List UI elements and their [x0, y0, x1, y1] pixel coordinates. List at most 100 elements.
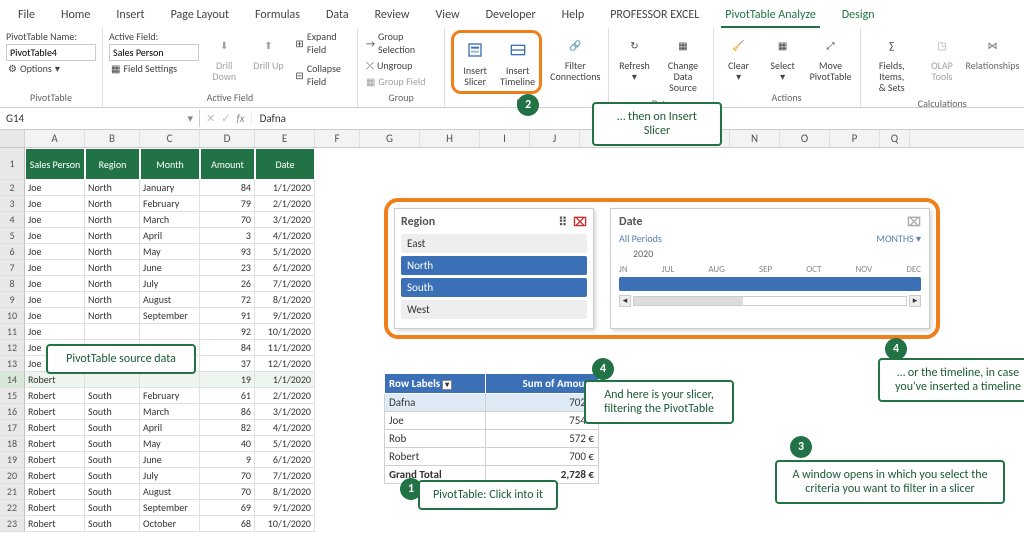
- cell[interactable]: [85, 324, 140, 340]
- cell[interactable]: Joe: [25, 292, 85, 308]
- cell[interactable]: 92: [200, 324, 255, 340]
- column-header-C[interactable]: C: [140, 130, 200, 147]
- cell[interactable]: North: [85, 228, 140, 244]
- fields-items-sets-button[interactable]: ∑Fields, Items, & Sets: [867, 30, 917, 95]
- name-box[interactable]: G14▾: [0, 110, 200, 127]
- column-header-O[interactable]: O: [780, 130, 830, 147]
- slicer-item-north[interactable]: North: [401, 256, 587, 275]
- cell[interactable]: July: [140, 468, 200, 484]
- cell[interactable]: 8/1/2020: [255, 292, 315, 308]
- row-header-23[interactable]: 23: [0, 516, 25, 532]
- cell[interactable]: 3/1/2020: [255, 212, 315, 228]
- row-header-20[interactable]: 20: [0, 468, 25, 484]
- active-field-input[interactable]: [109, 44, 199, 61]
- cell[interactable]: April: [140, 420, 200, 436]
- pivot-row[interactable]: Robert700 €: [385, 448, 599, 466]
- tab-insert[interactable]: Insert: [112, 4, 148, 28]
- timeline-scrollbar[interactable]: ◂ ▸: [619, 295, 921, 307]
- cell[interactable]: [85, 372, 140, 388]
- row-header-9[interactable]: 9: [0, 292, 25, 308]
- olap-tools-button[interactable]: ◳OLAP Tools: [923, 30, 961, 84]
- tab-design[interactable]: Design: [838, 4, 879, 28]
- cell[interactable]: Joe: [25, 212, 85, 228]
- tab-review[interactable]: Review: [371, 4, 414, 28]
- row-header-14[interactable]: 14: [0, 372, 25, 388]
- row-header-4[interactable]: 4: [0, 212, 25, 228]
- cell[interactable]: Robert: [25, 404, 85, 420]
- pivot-col-rowlabels[interactable]: Row Labels▾: [385, 374, 486, 394]
- refresh-button[interactable]: ↻Refresh▾: [615, 30, 653, 84]
- cell[interactable]: July: [140, 276, 200, 292]
- row-header-6[interactable]: 6: [0, 244, 25, 260]
- cell[interactable]: 5/1/2020: [255, 244, 315, 260]
- cell[interactable]: January: [140, 180, 200, 196]
- cell[interactable]: Robert: [25, 420, 85, 436]
- cell[interactable]: South: [85, 420, 140, 436]
- cell[interactable]: 68: [200, 516, 255, 532]
- cell[interactable]: March: [140, 212, 200, 228]
- cell[interactable]: February: [140, 196, 200, 212]
- clear-filter-icon[interactable]: ⌧: [573, 215, 587, 230]
- cell[interactable]: Joe: [25, 244, 85, 260]
- pivot-row[interactable]: Joe754 €: [385, 412, 599, 430]
- row-header-8[interactable]: 8: [0, 276, 25, 292]
- row-header-18[interactable]: 18: [0, 436, 25, 452]
- row-header-12[interactable]: 12: [0, 340, 25, 356]
- cell[interactable]: 26: [200, 276, 255, 292]
- cell[interactable]: North: [85, 212, 140, 228]
- cell[interactable]: 70: [200, 468, 255, 484]
- cell[interactable]: 23: [200, 260, 255, 276]
- cell[interactable]: North: [85, 244, 140, 260]
- clear-timeline-icon[interactable]: ⌧: [907, 215, 921, 230]
- column-header-I[interactable]: I: [480, 130, 530, 147]
- cell[interactable]: South: [85, 516, 140, 532]
- cell[interactable]: Joe: [25, 228, 85, 244]
- cell[interactable]: 84: [200, 340, 255, 356]
- cell[interactable]: South: [85, 452, 140, 468]
- cell[interactable]: 86: [200, 404, 255, 420]
- expand-field-button[interactable]: ⊞Expand Field: [293, 30, 351, 56]
- cell[interactable]: 40: [200, 436, 255, 452]
- cell[interactable]: South: [85, 500, 140, 516]
- tab-help[interactable]: Help: [558, 4, 589, 28]
- pivot-table[interactable]: Row Labels▾ Sum of Amount Dafna702 €Joe7…: [384, 373, 599, 484]
- cell[interactable]: Robert: [25, 436, 85, 452]
- column-header-J[interactable]: J: [530, 130, 580, 147]
- cell[interactable]: Robert: [25, 372, 85, 388]
- cell[interactable]: Robert: [25, 468, 85, 484]
- cell[interactable]: 70: [200, 484, 255, 500]
- cell[interactable]: 2/1/2020: [255, 196, 315, 212]
- row-header-19[interactable]: 19: [0, 452, 25, 468]
- cell[interactable]: 84: [200, 180, 255, 196]
- timeline-bar[interactable]: [619, 277, 921, 291]
- cell[interactable]: Joe: [25, 324, 85, 340]
- cell[interactable]: June: [140, 260, 200, 276]
- collapse-field-button[interactable]: ⊟Collapse Field: [293, 62, 351, 88]
- cell[interactable]: 4/1/2020: [255, 420, 315, 436]
- cell[interactable]: September: [140, 308, 200, 324]
- cell[interactable]: April: [140, 228, 200, 244]
- cell[interactable]: May: [140, 436, 200, 452]
- cell[interactable]: [140, 324, 200, 340]
- tab-data[interactable]: Data: [322, 4, 353, 28]
- cell[interactable]: October: [140, 516, 200, 532]
- row-header-10[interactable]: 10: [0, 308, 25, 324]
- timeline-unit[interactable]: MONTHS ▾: [876, 232, 921, 245]
- multi-select-icon[interactable]: ⠿: [558, 215, 567, 230]
- insert-slicer-button[interactable]: Insert Slicer: [456, 35, 494, 89]
- cell[interactable]: 9: [200, 452, 255, 468]
- slicer-item-south[interactable]: South: [401, 278, 587, 297]
- cell[interactable]: 93: [200, 244, 255, 260]
- scroll-left-icon[interactable]: ◂: [619, 295, 631, 307]
- cell[interactable]: 12/1/2020: [255, 356, 315, 372]
- row-header-11[interactable]: 11: [0, 324, 25, 340]
- filter-connections-button[interactable]: 🔗Filter Connections: [548, 30, 602, 84]
- slicer-item-west[interactable]: West: [401, 300, 587, 319]
- row-header-2[interactable]: 2: [0, 180, 25, 196]
- tab-view[interactable]: View: [432, 4, 464, 28]
- row-header-7[interactable]: 7: [0, 260, 25, 276]
- cell[interactable]: Joe: [25, 180, 85, 196]
- insert-timeline-button[interactable]: Insert Timeline: [498, 35, 537, 89]
- pivot-row[interactable]: Rob572 €: [385, 430, 599, 448]
- row-header-16[interactable]: 16: [0, 404, 25, 420]
